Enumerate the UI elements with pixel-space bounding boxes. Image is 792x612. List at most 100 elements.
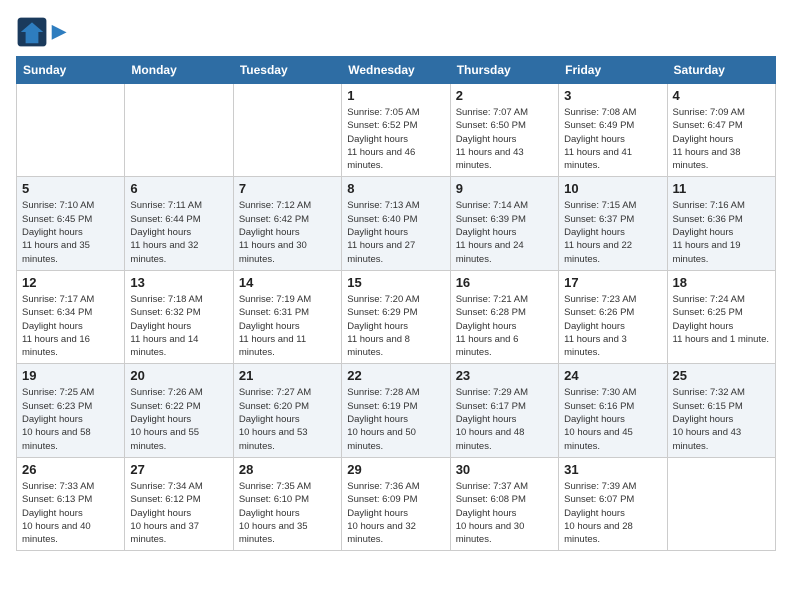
day-cell [17, 84, 125, 177]
header-cell-sunday: Sunday [17, 57, 125, 84]
day-cell: 8 Sunrise: 7:13 AM Sunset: 6:40 PM Dayli… [342, 177, 450, 270]
day-number: 3 [564, 88, 661, 103]
day-cell: 6 Sunrise: 7:11 AM Sunset: 6:44 PM Dayli… [125, 177, 233, 270]
day-number: 5 [22, 181, 119, 196]
day-info: Sunrise: 7:13 AM Sunset: 6:40 PM Dayligh… [347, 199, 444, 265]
day-cell [233, 84, 341, 177]
day-info: Sunrise: 7:25 AM Sunset: 6:23 PM Dayligh… [22, 386, 119, 452]
calendar-header: SundayMondayTuesdayWednesdayThursdayFrid… [17, 57, 776, 84]
header-cell-monday: Monday [125, 57, 233, 84]
day-info: Sunrise: 7:21 AM Sunset: 6:28 PM Dayligh… [456, 293, 553, 359]
day-cell: 20 Sunrise: 7:26 AM Sunset: 6:22 PM Dayl… [125, 364, 233, 457]
header-cell-tuesday: Tuesday [233, 57, 341, 84]
day-info: Sunrise: 7:32 AM Sunset: 6:15 PM Dayligh… [673, 386, 770, 452]
day-info: Sunrise: 7:16 AM Sunset: 6:36 PM Dayligh… [673, 199, 770, 265]
day-cell: 14 Sunrise: 7:19 AM Sunset: 6:31 PM Dayl… [233, 270, 341, 363]
day-number: 11 [673, 181, 770, 196]
day-cell: 30 Sunrise: 7:37 AM Sunset: 6:08 PM Dayl… [450, 457, 558, 550]
day-cell: 25 Sunrise: 7:32 AM Sunset: 6:15 PM Dayl… [667, 364, 775, 457]
day-number: 21 [239, 368, 336, 383]
day-info: Sunrise: 7:09 AM Sunset: 6:47 PM Dayligh… [673, 106, 770, 172]
day-number: 26 [22, 462, 119, 477]
day-info: Sunrise: 7:36 AM Sunset: 6:09 PM Dayligh… [347, 480, 444, 546]
day-cell: 24 Sunrise: 7:30 AM Sunset: 6:16 PM Dayl… [559, 364, 667, 457]
header-cell-saturday: Saturday [667, 57, 775, 84]
day-info: Sunrise: 7:14 AM Sunset: 6:39 PM Dayligh… [456, 199, 553, 265]
day-number: 2 [456, 88, 553, 103]
day-number: 25 [673, 368, 770, 383]
day-number: 9 [456, 181, 553, 196]
day-number: 27 [130, 462, 227, 477]
calendar-table: SundayMondayTuesdayWednesdayThursdayFrid… [16, 56, 776, 551]
day-number: 4 [673, 88, 770, 103]
day-info: Sunrise: 7:35 AM Sunset: 6:10 PM Dayligh… [239, 480, 336, 546]
day-info: Sunrise: 7:37 AM Sunset: 6:08 PM Dayligh… [456, 480, 553, 546]
day-info: Sunrise: 7:23 AM Sunset: 6:26 PM Dayligh… [564, 293, 661, 359]
week-row-3: 19 Sunrise: 7:25 AM Sunset: 6:23 PM Dayl… [17, 364, 776, 457]
page-header: ▶ [16, 16, 776, 48]
day-cell: 12 Sunrise: 7:17 AM Sunset: 6:34 PM Dayl… [17, 270, 125, 363]
day-cell [125, 84, 233, 177]
day-cell: 28 Sunrise: 7:35 AM Sunset: 6:10 PM Dayl… [233, 457, 341, 550]
day-number: 7 [239, 181, 336, 196]
day-number: 13 [130, 275, 227, 290]
day-cell: 15 Sunrise: 7:20 AM Sunset: 6:29 PM Dayl… [342, 270, 450, 363]
week-row-1: 5 Sunrise: 7:10 AM Sunset: 6:45 PM Dayli… [17, 177, 776, 270]
calendar-body: 1 Sunrise: 7:05 AM Sunset: 6:52 PM Dayli… [17, 84, 776, 551]
day-info: Sunrise: 7:33 AM Sunset: 6:13 PM Dayligh… [22, 480, 119, 546]
day-info: Sunrise: 7:07 AM Sunset: 6:50 PM Dayligh… [456, 106, 553, 172]
day-number: 6 [130, 181, 227, 196]
day-info: Sunrise: 7:17 AM Sunset: 6:34 PM Dayligh… [22, 293, 119, 359]
day-info: Sunrise: 7:19 AM Sunset: 6:31 PM Dayligh… [239, 293, 336, 359]
day-number: 22 [347, 368, 444, 383]
day-number: 24 [564, 368, 661, 383]
day-info: Sunrise: 7:08 AM Sunset: 6:49 PM Dayligh… [564, 106, 661, 172]
day-number: 1 [347, 88, 444, 103]
day-number: 14 [239, 275, 336, 290]
day-info: Sunrise: 7:11 AM Sunset: 6:44 PM Dayligh… [130, 199, 227, 265]
header-cell-thursday: Thursday [450, 57, 558, 84]
day-cell: 27 Sunrise: 7:34 AM Sunset: 6:12 PM Dayl… [125, 457, 233, 550]
day-info: Sunrise: 7:05 AM Sunset: 6:52 PM Dayligh… [347, 106, 444, 172]
day-info: Sunrise: 7:39 AM Sunset: 6:07 PM Dayligh… [564, 480, 661, 546]
day-cell: 29 Sunrise: 7:36 AM Sunset: 6:09 PM Dayl… [342, 457, 450, 550]
day-number: 16 [456, 275, 553, 290]
day-cell: 4 Sunrise: 7:09 AM Sunset: 6:47 PM Dayli… [667, 84, 775, 177]
day-number: 20 [130, 368, 227, 383]
day-cell: 26 Sunrise: 7:33 AM Sunset: 6:13 PM Dayl… [17, 457, 125, 550]
header-cell-friday: Friday [559, 57, 667, 84]
day-cell: 16 Sunrise: 7:21 AM Sunset: 6:28 PM Dayl… [450, 270, 558, 363]
day-cell: 22 Sunrise: 7:28 AM Sunset: 6:19 PM Dayl… [342, 364, 450, 457]
day-cell: 23 Sunrise: 7:29 AM Sunset: 6:17 PM Dayl… [450, 364, 558, 457]
day-number: 19 [22, 368, 119, 383]
logo-text: ▶ [52, 22, 66, 42]
week-row-4: 26 Sunrise: 7:33 AM Sunset: 6:13 PM Dayl… [17, 457, 776, 550]
day-cell: 17 Sunrise: 7:23 AM Sunset: 6:26 PM Dayl… [559, 270, 667, 363]
day-number: 10 [564, 181, 661, 196]
day-cell: 1 Sunrise: 7:05 AM Sunset: 6:52 PM Dayli… [342, 84, 450, 177]
day-number: 18 [673, 275, 770, 290]
day-number: 12 [22, 275, 119, 290]
day-cell: 13 Sunrise: 7:18 AM Sunset: 6:32 PM Dayl… [125, 270, 233, 363]
day-info: Sunrise: 7:18 AM Sunset: 6:32 PM Dayligh… [130, 293, 227, 359]
day-cell: 3 Sunrise: 7:08 AM Sunset: 6:49 PM Dayli… [559, 84, 667, 177]
day-info: Sunrise: 7:20 AM Sunset: 6:29 PM Dayligh… [347, 293, 444, 359]
day-cell [667, 457, 775, 550]
day-info: Sunrise: 7:24 AM Sunset: 6:25 PM Dayligh… [673, 293, 770, 346]
day-cell: 2 Sunrise: 7:07 AM Sunset: 6:50 PM Dayli… [450, 84, 558, 177]
day-number: 29 [347, 462, 444, 477]
header-cell-wednesday: Wednesday [342, 57, 450, 84]
week-row-0: 1 Sunrise: 7:05 AM Sunset: 6:52 PM Dayli… [17, 84, 776, 177]
day-info: Sunrise: 7:27 AM Sunset: 6:20 PM Dayligh… [239, 386, 336, 452]
day-cell: 31 Sunrise: 7:39 AM Sunset: 6:07 PM Dayl… [559, 457, 667, 550]
logo-icon [16, 16, 48, 48]
day-cell: 9 Sunrise: 7:14 AM Sunset: 6:39 PM Dayli… [450, 177, 558, 270]
day-info: Sunrise: 7:26 AM Sunset: 6:22 PM Dayligh… [130, 386, 227, 452]
day-info: Sunrise: 7:15 AM Sunset: 6:37 PM Dayligh… [564, 199, 661, 265]
day-cell: 21 Sunrise: 7:27 AM Sunset: 6:20 PM Dayl… [233, 364, 341, 457]
day-cell: 5 Sunrise: 7:10 AM Sunset: 6:45 PM Dayli… [17, 177, 125, 270]
day-number: 23 [456, 368, 553, 383]
day-cell: 19 Sunrise: 7:25 AM Sunset: 6:23 PM Dayl… [17, 364, 125, 457]
day-info: Sunrise: 7:10 AM Sunset: 6:45 PM Dayligh… [22, 199, 119, 265]
day-cell: 10 Sunrise: 7:15 AM Sunset: 6:37 PM Dayl… [559, 177, 667, 270]
